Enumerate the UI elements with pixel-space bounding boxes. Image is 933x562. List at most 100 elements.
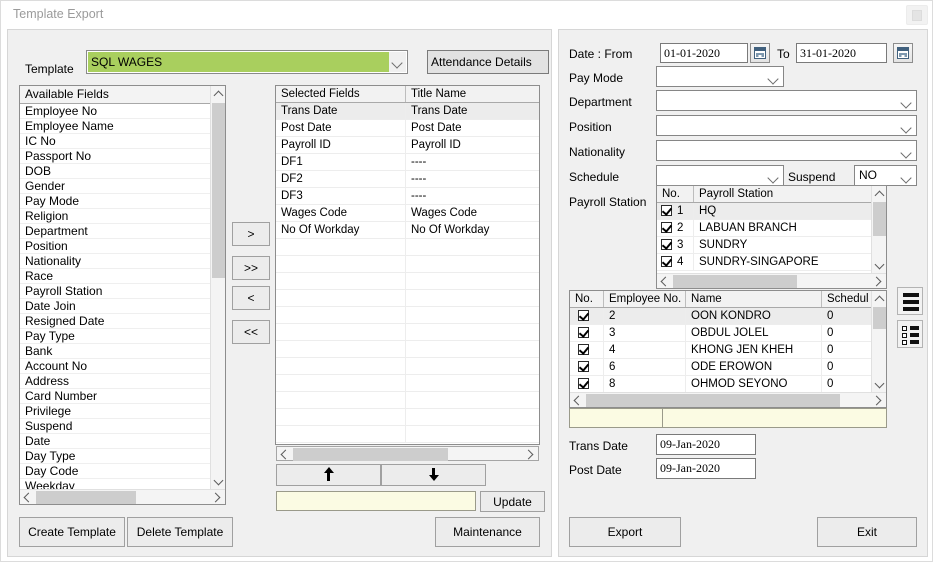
list-item[interactable]: Employee Name bbox=[20, 119, 212, 134]
export-button[interactable]: Export bbox=[569, 517, 681, 547]
chevron-down-icon[interactable] bbox=[389, 52, 406, 72]
list-item[interactable]: Card Number bbox=[20, 389, 212, 404]
update-button[interactable]: Update bbox=[480, 491, 545, 512]
hscroll-thumb[interactable] bbox=[586, 394, 840, 407]
trans-date-input[interactable]: 09-Jan-2020 bbox=[656, 434, 756, 455]
hscroll-thumb[interactable] bbox=[673, 275, 797, 288]
list-item[interactable]: Suspend bbox=[20, 419, 212, 434]
available-fields-hscrollbar[interactable] bbox=[20, 489, 225, 504]
move-all-right-button[interactable]: >> bbox=[232, 256, 270, 280]
list-item[interactable]: Pay Mode bbox=[20, 194, 212, 209]
scroll-right-icon[interactable] bbox=[210, 490, 225, 504]
list-item[interactable]: Privilege bbox=[20, 404, 212, 419]
hscroll-thumb[interactable] bbox=[293, 448, 448, 461]
scroll-down-icon[interactable] bbox=[211, 474, 225, 489]
move-right-button[interactable]: > bbox=[232, 222, 270, 246]
row-checkbox[interactable] bbox=[661, 256, 672, 267]
template-select[interactable]: SQL WAGES bbox=[86, 50, 408, 74]
list-item[interactable]: Department bbox=[20, 224, 212, 239]
chevron-down-icon[interactable] bbox=[898, 117, 915, 134]
table-row[interactable]: Wages Code Wages Code bbox=[276, 205, 539, 222]
scroll-right-icon[interactable] bbox=[523, 447, 538, 462]
table-row[interactable]: 6 ODE EROWON 0 bbox=[570, 359, 871, 376]
table-row[interactable]: 8 OHMOD SEYONO 0 bbox=[570, 376, 871, 393]
employee-hscrollbar[interactable] bbox=[570, 392, 886, 407]
available-fields-vscrollbar[interactable] bbox=[210, 86, 225, 489]
list-item[interactable]: IC No bbox=[20, 134, 212, 149]
chevron-down-icon[interactable] bbox=[765, 68, 782, 85]
row-checkbox[interactable] bbox=[661, 222, 672, 233]
employee-vscrollbar[interactable] bbox=[871, 291, 886, 392]
list-item[interactable]: Day Code bbox=[20, 464, 212, 479]
vscroll-thumb[interactable] bbox=[212, 103, 225, 278]
position-select[interactable] bbox=[656, 115, 917, 136]
hscroll-thumb[interactable] bbox=[36, 491, 136, 504]
table-row[interactable]: 3 OBDUL JOLEL 0 bbox=[570, 325, 871, 342]
scroll-left-icon[interactable] bbox=[570, 393, 585, 407]
date-from-input[interactable]: 01-01-2020 bbox=[660, 43, 748, 63]
suspend-select[interactable]: NO bbox=[854, 165, 917, 186]
post-date-input[interactable]: 09-Jan-2020 bbox=[656, 458, 756, 479]
list-item[interactable]: DOB bbox=[20, 164, 212, 179]
date-to-input[interactable]: 31-01-2020 bbox=[796, 43, 887, 63]
row-checkbox[interactable] bbox=[578, 378, 589, 389]
scroll-down-icon[interactable] bbox=[872, 377, 886, 392]
table-row[interactable]: Payroll ID Payroll ID bbox=[276, 137, 539, 154]
table-row[interactable]: No Of Workday No Of Workday bbox=[276, 222, 539, 239]
vscroll-thumb[interactable] bbox=[873, 202, 886, 236]
row-checkbox[interactable] bbox=[578, 344, 589, 355]
scroll-up-icon[interactable] bbox=[872, 186, 886, 201]
chevron-down-icon[interactable] bbox=[898, 142, 915, 159]
deselect-all-icon[interactable] bbox=[897, 320, 923, 348]
list-item[interactable]: Address bbox=[20, 374, 212, 389]
calendar-icon-from[interactable] bbox=[750, 43, 770, 63]
chevron-down-icon[interactable] bbox=[898, 167, 915, 184]
calendar-icon-to[interactable] bbox=[893, 43, 913, 63]
list-item[interactable]: Employee No bbox=[20, 104, 212, 119]
table-row[interactable]: 2 OON KONDRO 0 bbox=[570, 308, 871, 325]
table-row[interactable]: 3 SUNDRY bbox=[657, 237, 871, 254]
table-row[interactable]: Trans Date Trans Date bbox=[276, 103, 539, 120]
list-item[interactable]: Date Join bbox=[20, 299, 212, 314]
scroll-right-icon[interactable] bbox=[871, 393, 886, 407]
move-up-button[interactable] bbox=[276, 464, 381, 486]
list-item[interactable]: Religion bbox=[20, 209, 212, 224]
pay-mode-select[interactable] bbox=[656, 66, 784, 87]
table-row[interactable]: 4 KHONG JEN KHEH 0 bbox=[570, 342, 871, 359]
table-row[interactable]: DF3 ---- bbox=[276, 188, 539, 205]
payroll-station-grid[interactable]: No. Payroll Station 1 HQ 2 LABUAN BRANCH 3 SU… bbox=[656, 185, 887, 289]
scroll-up-icon[interactable] bbox=[211, 86, 225, 101]
scroll-left-icon[interactable] bbox=[277, 447, 292, 462]
list-item[interactable]: Date bbox=[20, 434, 212, 449]
available-fields-rows[interactable]: Employee No Employee Name IC No Passport No… bbox=[20, 104, 212, 494]
employee-grid[interactable]: No. Employee No. Name Schedul 2 OON KONDR… bbox=[569, 290, 887, 408]
list-item[interactable]: Position bbox=[20, 239, 212, 254]
maintenance-button[interactable]: Maintenance bbox=[435, 517, 540, 547]
row-checkbox[interactable] bbox=[661, 239, 672, 250]
scroll-up-icon[interactable] bbox=[872, 291, 886, 306]
list-item[interactable]: Gender bbox=[20, 179, 212, 194]
move-down-button[interactable] bbox=[381, 464, 486, 486]
template-title-field[interactable]: Attendance Details bbox=[427, 50, 549, 74]
delete-template-button[interactable]: Delete Template bbox=[127, 517, 233, 547]
schedule-select[interactable] bbox=[656, 165, 784, 186]
move-left-button[interactable]: < bbox=[232, 286, 270, 310]
scroll-left-icon[interactable] bbox=[657, 274, 672, 288]
selected-fields-hscrollbar[interactable] bbox=[276, 446, 539, 461]
create-template-button[interactable]: Create Template bbox=[19, 517, 125, 547]
selected-fields-grid[interactable]: Selected Fields Title Name Trans Date Tra… bbox=[275, 85, 540, 445]
row-checkbox[interactable] bbox=[578, 310, 589, 321]
scroll-right-icon[interactable] bbox=[871, 274, 886, 288]
payroll-station-hscrollbar[interactable] bbox=[657, 273, 886, 288]
department-select[interactable] bbox=[656, 90, 917, 111]
restore-icon[interactable] bbox=[906, 5, 928, 25]
chevron-down-icon[interactable] bbox=[898, 92, 915, 109]
list-item[interactable]: Account No bbox=[20, 359, 212, 374]
scroll-left-icon[interactable] bbox=[20, 490, 35, 504]
list-item[interactable]: Bank bbox=[20, 344, 212, 359]
list-item[interactable]: Passport No bbox=[20, 149, 212, 164]
table-row[interactable]: DF1 ---- bbox=[276, 154, 539, 171]
list-item[interactable]: Resigned Date bbox=[20, 314, 212, 329]
scroll-down-icon[interactable] bbox=[872, 258, 886, 273]
title-edit-input[interactable] bbox=[276, 491, 476, 511]
